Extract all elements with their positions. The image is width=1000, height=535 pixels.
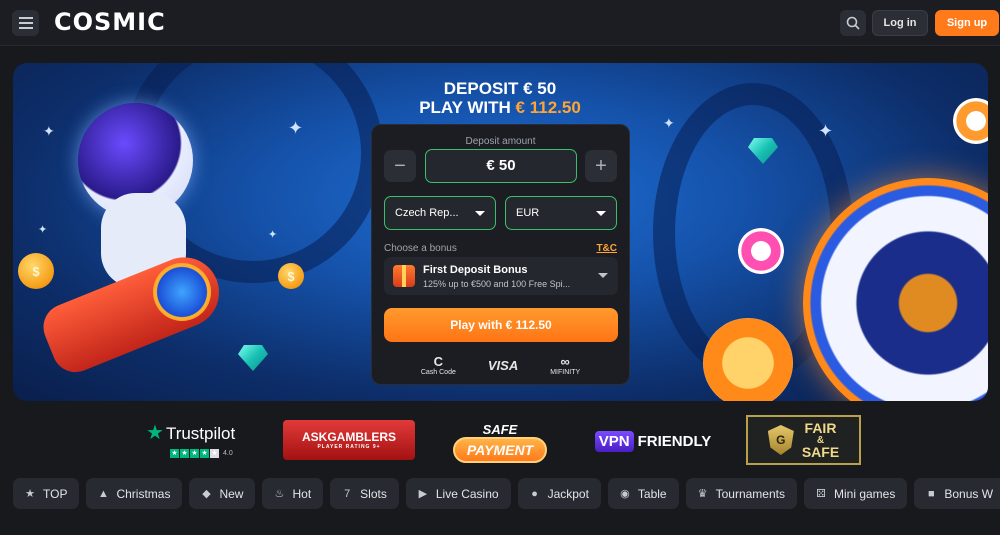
play-icon: ▶ xyxy=(418,488,428,500)
mifinity-logo: ∞ MIFINITY xyxy=(550,354,581,376)
tab-tournaments[interactable]: ♛ Tournaments xyxy=(685,478,797,509)
rating-star-icon: ★ xyxy=(200,449,209,458)
coin-icon: $ xyxy=(278,263,304,289)
bonus-select[interactable]: First Deposit Bonus 125% up to €500 and … xyxy=(384,257,618,295)
login-button[interactable]: Log in xyxy=(872,10,928,36)
star-icon: ★ xyxy=(25,488,35,500)
rating-star-icon: ★ xyxy=(180,449,189,458)
trust-badges: ★ Trustpilot ★ ★ ★ ★ ★ 4.0 ASKGAMBLERS PL… xyxy=(0,412,1000,468)
bonus-title: First Deposit Bonus xyxy=(423,264,528,276)
sparkle-icon: ✦ xyxy=(663,115,675,131)
askgamblers-badge[interactable]: ASKGAMBLERS PLAYER RATING 9+ xyxy=(283,420,415,460)
tab-hot[interactable]: ♨ Hot xyxy=(262,478,324,509)
coins-icon: ● xyxy=(531,487,538,500)
flame-icon: ♨ xyxy=(274,488,285,500)
gift-icon xyxy=(393,265,415,287)
tree-icon: ▲ xyxy=(98,487,109,500)
safe-payment-badge: SAFE PAYMENT xyxy=(433,418,567,466)
tab-new[interactable]: ◆ New xyxy=(189,478,256,509)
sparkle-icon: ✦ xyxy=(38,224,48,236)
signup-button[interactable]: Sign up xyxy=(935,10,999,36)
seven-icon: 7 xyxy=(344,487,351,500)
deposit-amount-label: Deposit amount xyxy=(465,136,536,147)
tab-slots[interactable]: 7 Slots xyxy=(330,478,399,509)
tab-christmas[interactable]: ▲ Christmas xyxy=(86,478,183,509)
gift-icon: ■ xyxy=(928,487,935,500)
gem-icon xyxy=(238,345,268,371)
terms-link[interactable]: T&C xyxy=(596,243,617,254)
deposit-form: Deposit amount − € 50 + Czech Rep... EUR… xyxy=(371,124,630,385)
rocket-window xyxy=(153,263,211,321)
currency-select[interactable]: EUR xyxy=(505,196,617,230)
casino-chip xyxy=(953,98,988,144)
bell-icon: ◆ xyxy=(202,488,211,500)
rating-star-icon: ★ xyxy=(190,449,199,458)
chip-icon: ◉ xyxy=(620,488,630,500)
increase-amount-button[interactable]: + xyxy=(585,150,617,182)
tab-top[interactable]: ★ TOP xyxy=(13,478,80,509)
chevron-down-icon xyxy=(598,273,608,278)
trustpilot-badge[interactable]: ★ Trustpilot ★ ★ ★ ★ ★ 4.0 xyxy=(146,420,251,458)
tab-live-casino[interactable]: ▶ Live Casino xyxy=(405,478,511,509)
rating-star-icon: ★ xyxy=(210,449,219,458)
rating-star-icon: ★ xyxy=(170,449,179,458)
sparkle-icon: ✦ xyxy=(818,121,834,141)
casino-chip xyxy=(703,318,793,401)
bonus-description: 125% up to €500 and 100 Free Spi... xyxy=(423,279,571,289)
deposit-amount-input[interactable]: € 50 xyxy=(425,149,577,183)
cashcode-logo: C Cash Code xyxy=(420,354,456,376)
dice-icon: ⚄ xyxy=(816,488,826,500)
play-button[interactable]: Play with € 112.50 xyxy=(384,308,618,342)
vpn-friendly-badge: VPN FRIENDLY xyxy=(588,424,718,458)
coin-icon: $ xyxy=(18,253,54,289)
chevron-down-icon xyxy=(475,211,485,216)
sparkle-icon: ✦ xyxy=(268,229,278,241)
trophy-icon: ♛ xyxy=(697,488,708,500)
decrease-amount-button[interactable]: − xyxy=(384,150,416,182)
promo-subtitle: PLAY WITH € 112.50 xyxy=(419,98,581,117)
tab-table[interactable]: ◉ Table xyxy=(607,478,679,509)
promo-title: DEPOSIT € 50 xyxy=(443,79,557,98)
visa-logo: VISA xyxy=(487,357,519,373)
trustpilot-rating: ★ ★ ★ ★ ★ 4.0 xyxy=(170,449,233,458)
shield-icon: G xyxy=(767,425,794,455)
tab-jackpot[interactable]: ● Jackpot xyxy=(517,478,601,509)
sparkle-icon: ✦ xyxy=(43,123,55,139)
fair-safe-badge: G FAIR & SAFE xyxy=(746,415,861,465)
casino-chip xyxy=(738,228,784,274)
country-select[interactable]: Czech Rep... xyxy=(384,196,496,230)
trustpilot-star-icon: ★ xyxy=(146,422,164,444)
logo[interactable]: COSMIC xyxy=(54,8,166,36)
search-icon[interactable] xyxy=(840,10,866,36)
hamburger-icon[interactable] xyxy=(12,10,39,36)
choose-bonus-label: Choose a bonus xyxy=(384,243,457,254)
top-bar: COSMIC Log in Sign up xyxy=(0,0,1000,46)
chevron-down-icon xyxy=(596,211,606,216)
sparkle-icon: ✦ xyxy=(288,118,304,138)
payment-methods: C Cash Code VISA ∞ MIFINITY xyxy=(372,353,629,377)
tab-bonus[interactable]: ■ Bonus W xyxy=(914,478,1000,509)
category-tabs: ★ TOP ▲ Christmas ◆ New ♨ Hot 7 Slots ▶ Live Casino… xyxy=(13,478,1000,509)
tab-mini-games[interactable]: ⚄ Mini games xyxy=(803,478,908,509)
